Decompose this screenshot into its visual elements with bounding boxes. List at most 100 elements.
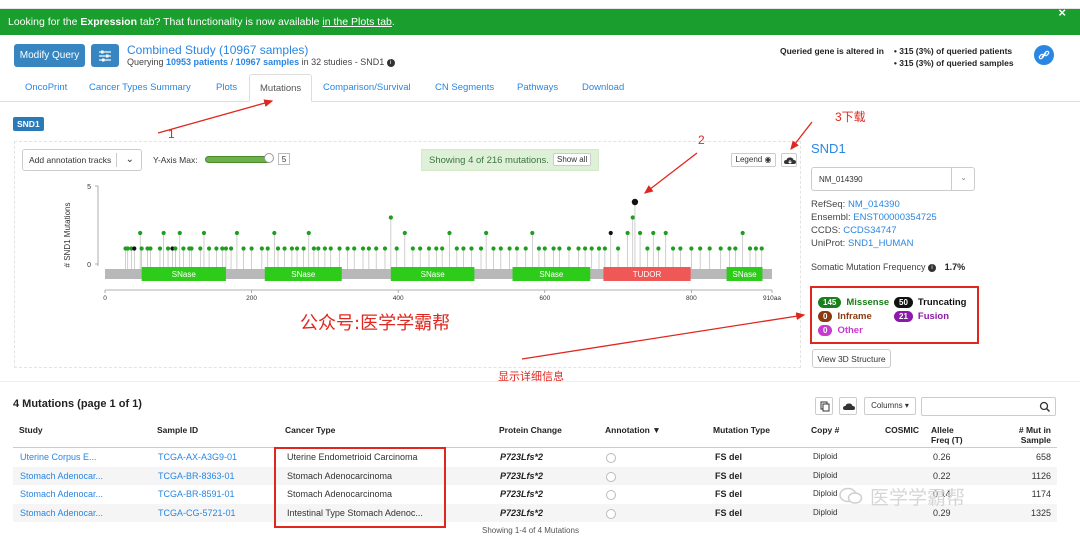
lollipop-head[interactable]: [337, 246, 342, 251]
col-protein-change[interactable]: Protein Change: [499, 425, 562, 435]
lollipop-head[interactable]: [294, 246, 300, 251]
lollipop-head[interactable]: [576, 246, 581, 251]
lollipop-head[interactable]: [223, 246, 229, 251]
lollipop-head[interactable]: [656, 246, 661, 251]
lollipop-head[interactable]: [707, 246, 712, 251]
lollipop-head[interactable]: [478, 246, 484, 251]
col-cosmic[interactable]: COSMIC: [885, 425, 919, 435]
lollipop-head[interactable]: [138, 230, 143, 236]
filter-fusion[interactable]: 21 Fusion: [894, 311, 949, 322]
lollipop-head[interactable]: [630, 215, 635, 220]
tab-cancer-types-summary[interactable]: Cancer Types Summary: [89, 74, 191, 102]
lollipop-head[interactable]: [740, 230, 745, 236]
lollipop-head[interactable]: [161, 230, 166, 236]
study-link[interactable]: Stomach Adenocar...: [20, 489, 103, 499]
study-title[interactable]: Combined Study (10967 samples): [127, 43, 308, 57]
mutation-lollipops[interactable]: [123, 198, 764, 269]
tab-oncoprint[interactable]: OncoPrint: [25, 74, 67, 102]
col-mutation-type[interactable]: Mutation Type: [713, 425, 770, 435]
lollipop-head[interactable]: [678, 246, 683, 251]
lollipop-head[interactable]: [228, 246, 234, 251]
lollipop-head[interactable]: [418, 246, 423, 251]
lollipop-head[interactable]: [249, 246, 254, 251]
lollipop-head[interactable]: [670, 246, 676, 251]
lollipop-head[interactable]: [366, 246, 371, 251]
lollipop-head[interactable]: [272, 230, 277, 236]
refseq-link[interactable]: NM_014390: [848, 199, 900, 210]
col-study[interactable]: Study: [19, 425, 43, 435]
lollipop-head[interactable]: [582, 246, 588, 251]
protein-change-cell[interactable]: P723Lfs*2: [500, 508, 543, 518]
lollipop-head[interactable]: [177, 230, 182, 236]
lollipop-head[interactable]: [382, 246, 388, 251]
lollipop-head[interactable]: [733, 246, 738, 251]
ccds-link[interactable]: CCDS34747: [843, 225, 896, 236]
lollipop-head[interactable]: [328, 246, 333, 251]
lollipop-plot[interactable]: # SND1 Mutations 5 0 SNase SNase SNase SNas…: [60, 180, 790, 305]
lollipop-head[interactable]: [259, 246, 264, 251]
lollipop-head[interactable]: [530, 230, 535, 236]
lollipop-head[interactable]: [352, 246, 357, 251]
close-icon[interactable]: ×: [1058, 5, 1066, 20]
study-link[interactable]: Uterine Corpus E...: [20, 452, 97, 462]
sample-id-link[interactable]: TCGA-AX-A3G9-01: [158, 452, 237, 462]
columns-dropdown[interactable]: Columns ▾: [864, 397, 916, 415]
lollipop-head[interactable]: [345, 246, 350, 251]
ymax-input[interactable]: 5: [278, 153, 290, 165]
col-allele-freq[interactable]: Allele Freq (T): [931, 425, 963, 445]
lollipop-head[interactable]: [306, 230, 311, 236]
sample-id-link[interactable]: TCGA-BR-8363-01: [158, 471, 235, 481]
lollipop-head[interactable]: [148, 246, 153, 251]
lollipop-head[interactable]: [615, 246, 621, 251]
lollipop-head[interactable]: [311, 246, 316, 251]
lollipop-head[interactable]: [434, 246, 439, 251]
lollipop-head[interactable]: [645, 246, 650, 251]
lollipop-head[interactable]: [139, 246, 144, 251]
filter-inframe[interactable]: 0 Inframe: [818, 311, 872, 322]
lollipop-head[interactable]: [265, 246, 270, 251]
lollipop-head[interactable]: [514, 246, 520, 251]
lollipop-head[interactable]: [469, 246, 474, 251]
lollipop-head[interactable]: [698, 246, 703, 251]
filter-truncating[interactable]: 50 Truncating: [894, 297, 966, 308]
lollipop-head[interactable]: [491, 246, 496, 251]
ymax-slider-handle[interactable]: [264, 153, 274, 163]
lollipop-head[interactable]: [536, 246, 542, 251]
show-all-button[interactable]: Show all: [553, 153, 592, 166]
tab-comparison-survival[interactable]: Comparison/Survival: [323, 74, 411, 102]
lollipop-head[interactable]: [557, 246, 562, 251]
lollipop-head[interactable]: [753, 246, 758, 251]
lollipop-head[interactable]: [631, 198, 639, 206]
tab-plots[interactable]: Plots: [216, 74, 237, 102]
lollipop-head[interactable]: [206, 246, 212, 251]
download-plot-button[interactable]: [781, 153, 797, 167]
lollipop-head[interactable]: [747, 246, 753, 251]
lollipop-head[interactable]: [289, 246, 295, 251]
lollipop-head[interactable]: [663, 230, 668, 236]
lollipop-head[interactable]: [410, 246, 415, 251]
lollipop-head[interactable]: [484, 230, 489, 236]
filter-other[interactable]: 0 Other: [818, 325, 863, 336]
download-table-button[interactable]: [839, 397, 857, 415]
gene-tab-badge[interactable]: SND1: [13, 117, 44, 131]
lollipop-head[interactable]: [374, 246, 379, 251]
col-annotation[interactable]: Annotation ▼: [605, 425, 661, 435]
table-row[interactable]: Uterine Corpus E... TCGA-AX-A3G9-01 Uterin…: [13, 448, 1057, 466]
lollipop-head[interactable]: [301, 246, 306, 251]
lollipop-head[interactable]: [589, 246, 594, 251]
col-cancer-type[interactable]: Cancer Type: [285, 425, 335, 435]
study-link[interactable]: Stomach Adenocar...: [20, 471, 103, 481]
protein-change-cell[interactable]: P723Lfs*2: [500, 489, 543, 499]
legend-button[interactable]: Legend ◉: [731, 153, 776, 167]
col-mut-in-sample[interactable]: # Mut in Sample: [1014, 425, 1051, 445]
lollipop-head[interactable]: [566, 246, 572, 251]
lollipop-head[interactable]: [454, 246, 459, 251]
lollipop-head[interactable]: [498, 246, 503, 251]
lollipop-head[interactable]: [507, 246, 512, 251]
col-copy[interactable]: Copy #: [811, 425, 839, 435]
protein-change-cell[interactable]: P723Lfs*2: [500, 452, 543, 462]
info-icon[interactable]: i: [386, 58, 395, 67]
annotation-indicator[interactable]: [606, 471, 616, 482]
lollipop-head[interactable]: [316, 246, 321, 251]
lollipop-head[interactable]: [173, 246, 178, 251]
